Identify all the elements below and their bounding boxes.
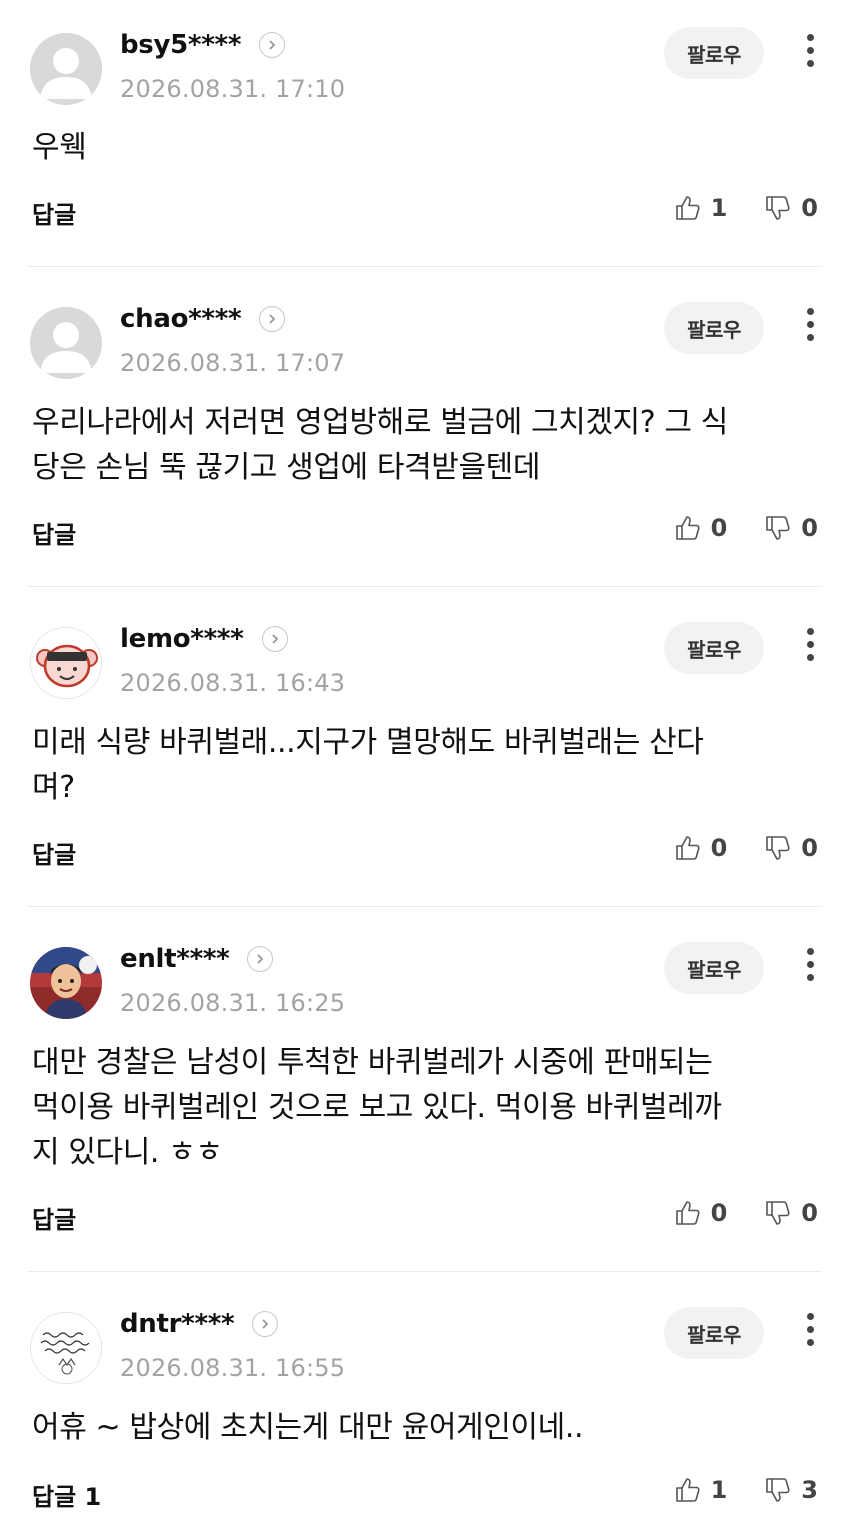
reply-button[interactable]: 답글	[32, 515, 76, 550]
thumbs-up-icon	[675, 1478, 700, 1502]
comment-item: bsy5**** 2026.08.31. 17:10 팔로우 우웩 답글 1 0	[28, 0, 822, 267]
cartoon-avatar	[30, 947, 102, 1019]
follow-button[interactable]: 팔로우	[664, 27, 764, 79]
more-options-icon[interactable]	[804, 1313, 816, 1353]
comment-line: 먹이용 바퀴벌레인 것으로 보고 있다. 먹이용 바퀴벌레까	[32, 1090, 722, 1125]
comment-item: enlt**** 2026.08.31. 16:25 팔로우 대만 경찰은 남성…	[28, 907, 822, 1272]
dislike-button[interactable]: 0	[763, 513, 818, 543]
like-button[interactable]: 1	[673, 1475, 728, 1505]
thumbs-up-icon	[675, 836, 700, 860]
more-options-icon[interactable]	[804, 948, 816, 988]
comment-text: 대만 경찰은 남성이 투척한 바퀴벌레가 시중에 판매되는 먹이용 바퀴벌레인 …	[32, 1040, 802, 1175]
avatar[interactable]	[30, 947, 102, 1019]
dislike-count: 3	[801, 1476, 818, 1504]
nickname[interactable]: enlt****	[120, 944, 230, 974]
like-button[interactable]: 0	[673, 1198, 728, 1228]
like-count: 0	[710, 514, 728, 542]
comment-line: 우웩	[32, 130, 87, 165]
comment-item: lemo**** 2026.08.31. 16:43 팔로우 미래 식량 바퀴벌…	[28, 587, 822, 907]
default-avatar-icon	[30, 307, 102, 379]
comment-date: 2026.08.31. 17:07	[120, 349, 346, 377]
follow-button[interactable]: 팔로우	[664, 942, 764, 994]
comment-line: 대만 경찰은 남성이 투척한 바퀴벌레가 시중에 판매되는	[32, 1045, 713, 1080]
nickname[interactable]: chao****	[120, 304, 242, 334]
more-options-icon[interactable]	[804, 308, 816, 348]
comment-line: 며?	[32, 770, 75, 805]
avatar[interactable]	[30, 1312, 102, 1384]
comment-text: 우리나라에서 저러면 영업방해로 벌금에 그치겠지? 그 식 당은 손님 뚝 끊…	[32, 400, 802, 490]
like-count: 1	[710, 194, 728, 222]
avatar[interactable]	[30, 627, 102, 699]
dislike-count: 0	[801, 194, 818, 222]
comment-text: 미래 식량 바퀴벌래...지구가 멸망해도 바퀴벌래는 산다 며?	[32, 720, 802, 810]
dislike-button[interactable]: 0	[763, 193, 818, 223]
comment-text: 어휴 ~ 밥상에 초치는게 대만 윤어게인이네..	[32, 1405, 802, 1450]
comment-item: dntr**** 2026.08.31. 16:55 팔로우 어휴 ~ 밥상에 …	[28, 1272, 822, 1538]
handwriting-avatar	[31, 1313, 101, 1383]
thumbs-down-icon	[766, 516, 790, 540]
chevron-right-icon[interactable]	[261, 626, 288, 652]
nickname[interactable]: bsy5****	[120, 30, 241, 60]
dislike-count: 0	[801, 1199, 818, 1227]
reply-button[interactable]: 답글 1	[32, 1477, 101, 1512]
thumbs-down-icon	[766, 1201, 790, 1225]
chevron-right-icon[interactable]	[252, 1311, 279, 1337]
comment-text: 우웩	[32, 125, 802, 170]
avatar[interactable]	[30, 307, 102, 379]
monkey-avatar	[31, 628, 101, 698]
follow-button[interactable]: 팔로우	[664, 622, 764, 674]
follow-button[interactable]: 팔로우	[664, 302, 764, 354]
nickname[interactable]: lemo****	[120, 624, 244, 654]
more-options-icon[interactable]	[804, 628, 816, 668]
like-count: 0	[710, 834, 728, 862]
like-button[interactable]: 0	[673, 513, 728, 543]
thumbs-up-icon	[675, 516, 700, 540]
comment-date: 2026.08.31. 16:55	[120, 1354, 346, 1382]
nickname[interactable]: dntr****	[120, 1309, 235, 1339]
thumbs-down-icon	[766, 196, 790, 220]
like-button[interactable]: 1	[673, 193, 728, 223]
follow-button[interactable]: 팔로우	[664, 1307, 764, 1359]
comment-date: 2026.08.31. 17:10	[120, 75, 346, 103]
thumbs-down-icon	[766, 836, 790, 860]
comment-list: bsy5**** 2026.08.31. 17:10 팔로우 우웩 답글 1 0	[0, 0, 850, 1538]
chevron-right-icon[interactable]	[247, 946, 274, 972]
chevron-right-icon[interactable]	[259, 32, 286, 58]
reply-button[interactable]: 답글	[32, 1200, 76, 1235]
default-avatar-icon	[30, 33, 102, 105]
dislike-count: 0	[801, 514, 818, 542]
reply-button[interactable]: 답글	[32, 835, 76, 870]
dislike-button[interactable]: 0	[763, 1198, 818, 1228]
comment-line: 미래 식량 바퀴벌래...지구가 멸망해도 바퀴벌래는 산다	[32, 725, 704, 760]
like-count: 0	[710, 1199, 728, 1227]
chevron-right-icon[interactable]	[259, 306, 286, 332]
thumbs-up-icon	[675, 1201, 700, 1225]
like-count: 1	[710, 1476, 728, 1504]
thumbs-down-icon	[766, 1478, 790, 1502]
reply-button[interactable]: 답글	[32, 195, 76, 230]
comment-date: 2026.08.31. 16:43	[120, 669, 346, 697]
comment-line: 지 있다니. ㅎㅎ	[32, 1135, 223, 1170]
comment-line: 어휴 ~ 밥상에 초치는게 대만 윤어게인이네..	[32, 1410, 584, 1445]
comment-date: 2026.08.31. 16:25	[120, 989, 346, 1017]
dislike-count: 0	[801, 834, 818, 862]
dislike-button[interactable]: 0	[763, 833, 818, 863]
comment-item: chao**** 2026.08.31. 17:07 팔로우 우리나라에서 저러…	[28, 267, 822, 587]
dislike-button[interactable]: 3	[763, 1475, 818, 1505]
thumbs-up-icon	[675, 196, 700, 220]
avatar[interactable]	[30, 33, 102, 105]
comment-line: 우리나라에서 저러면 영업방해로 벌금에 그치겠지? 그 식	[32, 405, 728, 440]
comment-line: 당은 손님 뚝 끊기고 생업에 타격받을텐데	[32, 450, 541, 485]
like-button[interactable]: 0	[673, 833, 728, 863]
more-options-icon[interactable]	[804, 34, 816, 74]
